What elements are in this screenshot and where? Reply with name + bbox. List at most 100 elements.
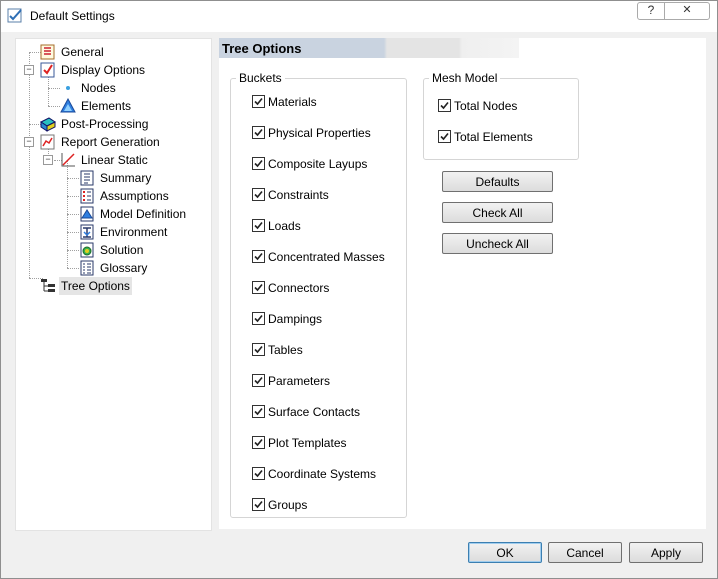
tree-item-label: Model Definition [100, 207, 187, 221]
checkmark-icon [254, 407, 263, 416]
mesh-model-groupbox: Mesh Model [423, 71, 579, 160]
title-bar[interactable]: Default Settings ? ✕ [1, 1, 717, 32]
checkbox[interactable] [252, 343, 265, 356]
checkmark-icon [254, 314, 263, 323]
tree-line [29, 52, 30, 278]
settings-tree[interactable]: − − − General Display Options Nodes Elem… [15, 38, 212, 531]
tree-item-label: Post-Processing [61, 117, 149, 131]
tree-item-label: Glossary [100, 261, 148, 275]
checkbox-label: Connectors [268, 281, 330, 295]
tree-item-label: Summary [100, 171, 152, 185]
checkmark-icon [440, 101, 449, 110]
tree-line [48, 106, 60, 107]
checkbox-label: Total Nodes [454, 99, 518, 113]
buckets-group-label: Buckets [236, 71, 285, 85]
checkmark-icon [254, 190, 263, 199]
checkbox[interactable] [252, 126, 265, 139]
checkbox[interactable] [252, 219, 265, 232]
checkbox-label: Constraints [268, 188, 329, 202]
checkbox-label: Plot Templates [268, 436, 347, 450]
dialog-window: Default Settings ? ✕ − − − General Displ… [0, 0, 718, 579]
nodes-dot-icon [60, 80, 76, 96]
defaults-button[interactable]: Defaults [442, 171, 553, 192]
ok-button[interactable]: OK [468, 542, 542, 563]
checkbox-label: Tables [268, 343, 303, 357]
assumptions-icon [79, 188, 95, 204]
check-all-button[interactable]: Check All [442, 202, 553, 223]
checkmark-icon [254, 469, 263, 478]
checkmark-icon [254, 159, 263, 168]
model-definition-icon [79, 206, 95, 222]
tree-line [67, 214, 79, 215]
glossary-icon [79, 260, 95, 276]
panel-title: Tree Options [222, 41, 302, 56]
checkbox[interactable] [252, 157, 265, 170]
checkbox-label: Physical Properties [268, 126, 371, 140]
environment-icon [79, 224, 95, 240]
checkbox-label: Parameters [268, 374, 331, 388]
tree-item-label: Tree Options [59, 277, 132, 295]
tree-line [67, 178, 79, 179]
tree-line [67, 268, 79, 269]
tree-line [67, 232, 79, 233]
checkbox-label: Materials [268, 95, 317, 109]
tree-line [67, 250, 79, 251]
display-options-collapse-toggle[interactable]: − [24, 65, 34, 75]
checkmark-icon [254, 345, 263, 354]
checkbox[interactable] [252, 436, 265, 449]
tree-item-label: Linear Static [81, 153, 148, 167]
uncheck-all-button[interactable]: Uncheck All [442, 233, 553, 254]
elements-icon [60, 97, 76, 114]
checkmark-icon [254, 283, 263, 292]
checkbox[interactable] [252, 250, 265, 263]
checkmark-icon [254, 97, 263, 106]
dialog-client-area: − − − General Display Options Nodes Elem… [8, 32, 708, 531]
tree-item-label: Report Generation [61, 135, 160, 149]
checkmark-icon [254, 252, 263, 261]
checkbox[interactable] [252, 188, 265, 201]
cancel-button[interactable]: Cancel [548, 542, 622, 563]
checkbox[interactable] [252, 312, 265, 325]
checkmark-icon [440, 132, 449, 141]
tree-item-label: Solution [100, 243, 144, 257]
panel-header: Tree Options [219, 38, 519, 58]
checkbox-label: Concentrated Masses [268, 250, 385, 264]
checkbox-label: Loads [268, 219, 301, 233]
checkbox[interactable] [252, 95, 265, 108]
tree-item-label: Assumptions [100, 189, 169, 203]
tree-options-icon [40, 278, 56, 294]
summary-icon [79, 170, 95, 186]
close-button[interactable]: ✕ [664, 2, 710, 20]
linear-static-collapse-toggle[interactable]: − [43, 155, 53, 165]
general-icon [40, 44, 56, 60]
checkbox-label: Composite Layups [268, 157, 368, 171]
checkbox[interactable] [252, 467, 265, 480]
app-settings-icon [7, 7, 24, 24]
report-generation-collapse-toggle[interactable]: − [24, 137, 34, 147]
solution-icon [79, 242, 95, 258]
checkbox[interactable] [252, 374, 265, 387]
tree-item-label: Display Options [61, 63, 146, 77]
display-options-icon [40, 62, 56, 78]
mesh-model-group-label: Mesh Model [429, 71, 501, 85]
tree-item-label: Environment [100, 225, 168, 239]
tree-item-label: Elements [81, 99, 132, 113]
window-title: Default Settings [30, 9, 115, 23]
checkbox[interactable] [252, 281, 265, 294]
linear-static-icon [60, 152, 76, 168]
tree-item-label: General [61, 45, 104, 59]
checkmark-icon [254, 500, 263, 509]
checkbox[interactable] [252, 498, 265, 511]
checkbox-label: Coordinate Systems [268, 467, 377, 481]
tree-line [48, 88, 60, 89]
checkbox-label: Surface Contacts [268, 405, 361, 419]
checkbox[interactable] [252, 405, 265, 418]
report-generation-icon [40, 134, 56, 150]
checkmark-icon [254, 221, 263, 230]
checkbox[interactable] [438, 99, 451, 112]
apply-button[interactable]: Apply [629, 542, 703, 563]
checkbox-label: Groups [268, 498, 308, 512]
checkmark-icon [254, 128, 263, 137]
checkbox[interactable] [438, 130, 451, 143]
help-button[interactable]: ? [637, 2, 665, 20]
